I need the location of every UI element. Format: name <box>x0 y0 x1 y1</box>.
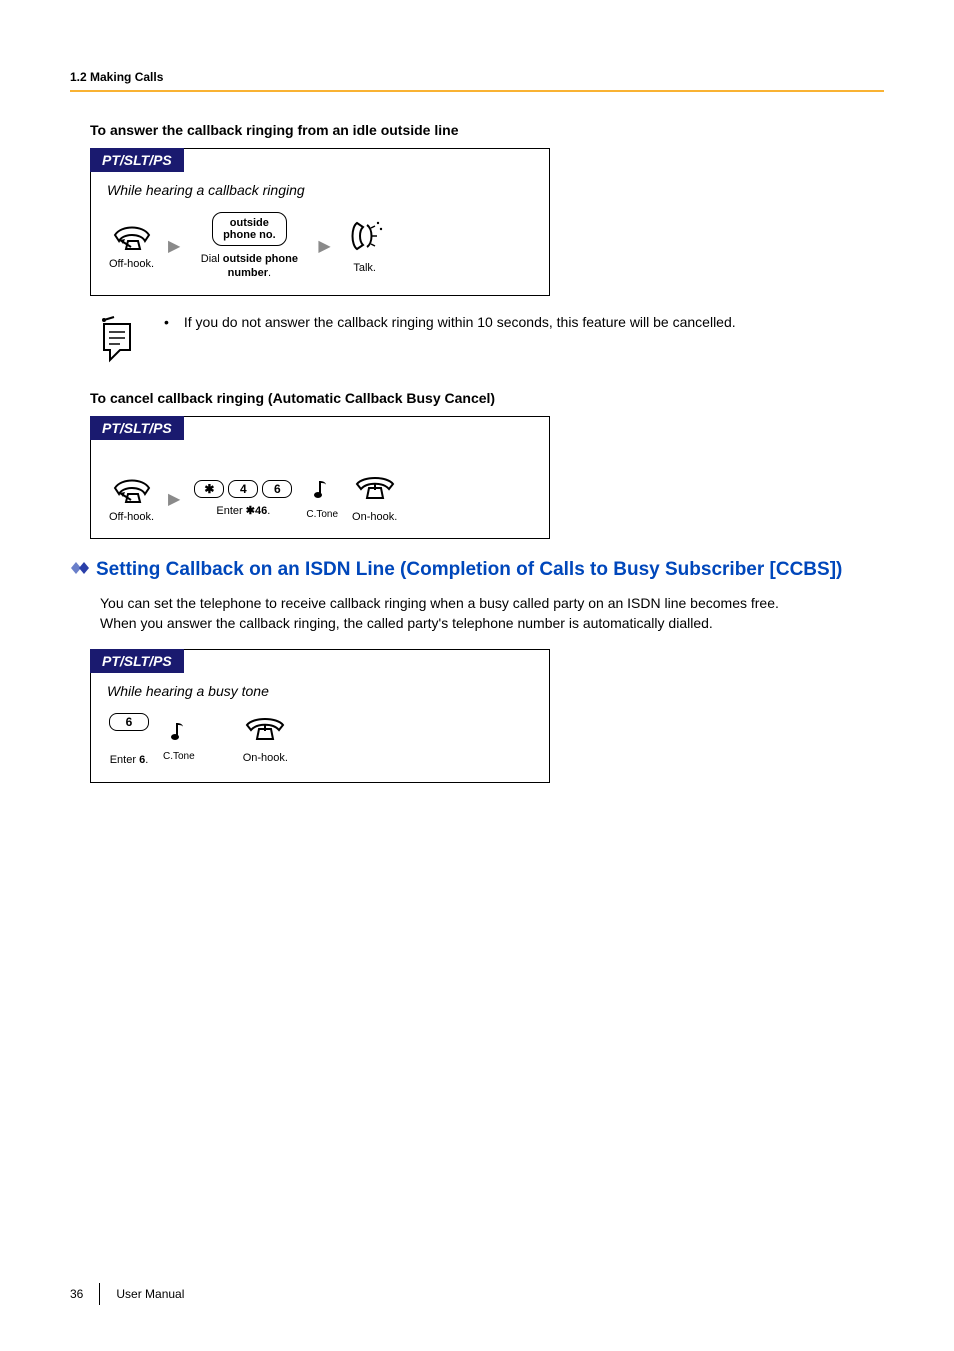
ctone-label: C.Tone <box>163 751 195 762</box>
keycap-6: 6 <box>262 480 292 498</box>
arrow-icon: ▶ <box>168 489 180 509</box>
footer-label: User Manual <box>116 1287 184 1301</box>
page-footer: 36 User Manual <box>70 1283 184 1305</box>
offhook-icon <box>111 221 153 251</box>
context-text: While hearing a callback ringing <box>107 182 537 198</box>
device-pill: PT/SLT/PS <box>90 148 184 172</box>
procedure-box-1: PT/SLT/PS While hearing a callback ringi… <box>90 148 550 296</box>
keycap-row: ✱ 4 6 <box>194 480 292 498</box>
section-title-text: Setting Callback on an ISDN Line (Comple… <box>96 559 842 580</box>
offhook-caption: Off-hook. <box>109 257 154 271</box>
offhook-icon <box>111 474 153 504</box>
section-rule <box>70 90 884 92</box>
onhook-icon <box>353 474 397 504</box>
note-text: • If you do not answer the callback ring… <box>164 314 884 330</box>
body-paragraphs: You can set the telephone to receive cal… <box>100 593 884 634</box>
keycap-star: ✱ <box>194 480 224 498</box>
procedure-box-2: PT/SLT/PS Off-hook. ▶ ✱ 4 6 Enter ✱46. <box>90 416 550 539</box>
onhook-icon <box>243 715 287 745</box>
talk-caption: Talk. <box>353 261 376 275</box>
page-number: 36 <box>70 1287 83 1301</box>
ctone-icon <box>312 477 332 501</box>
breadcrumb: 1.2 Making Calls <box>70 70 884 84</box>
offhook-caption: Off-hook. <box>109 510 154 524</box>
note-icon <box>90 314 144 364</box>
keycap-6: 6 <box>109 713 149 731</box>
procedure-box-3: PT/SLT/PS While hearing a busy tone 6 En… <box>90 649 550 782</box>
sub-heading-2: To cancel callback ringing (Automatic Ca… <box>90 390 884 406</box>
footer-divider <box>99 1283 100 1305</box>
onhook-caption: On-hook. <box>243 751 288 765</box>
dial-caption: Dial outside phone number. <box>194 252 304 281</box>
keycap-4: 4 <box>228 480 258 498</box>
ctone-icon <box>169 719 189 743</box>
arrow-icon: ▶ <box>168 236 180 256</box>
ctone-label: C.Tone <box>306 509 338 520</box>
device-pill: PT/SLT/PS <box>90 416 184 440</box>
talk-icon <box>345 217 385 255</box>
enter-caption: Enter ✱46. <box>216 504 270 518</box>
section-title: Setting Callback on an ISDN Line (Comple… <box>70 557 884 583</box>
input-line1: outside <box>223 217 276 229</box>
enter-caption: Enter 6. <box>110 753 149 767</box>
input-line2: phone no. <box>223 229 276 241</box>
onhook-caption: On-hook. <box>352 510 397 524</box>
outside-phone-input: outside phone no. <box>212 212 287 246</box>
context-text: While hearing a busy tone <box>107 683 537 699</box>
arrow-icon: ▶ <box>318 236 330 256</box>
device-pill: PT/SLT/PS <box>90 649 184 673</box>
note-row: • If you do not answer the callback ring… <box>90 314 884 364</box>
diamond-pair-icon <box>70 557 92 583</box>
sub-heading-1: To answer the callback ringing from an i… <box>90 122 884 138</box>
